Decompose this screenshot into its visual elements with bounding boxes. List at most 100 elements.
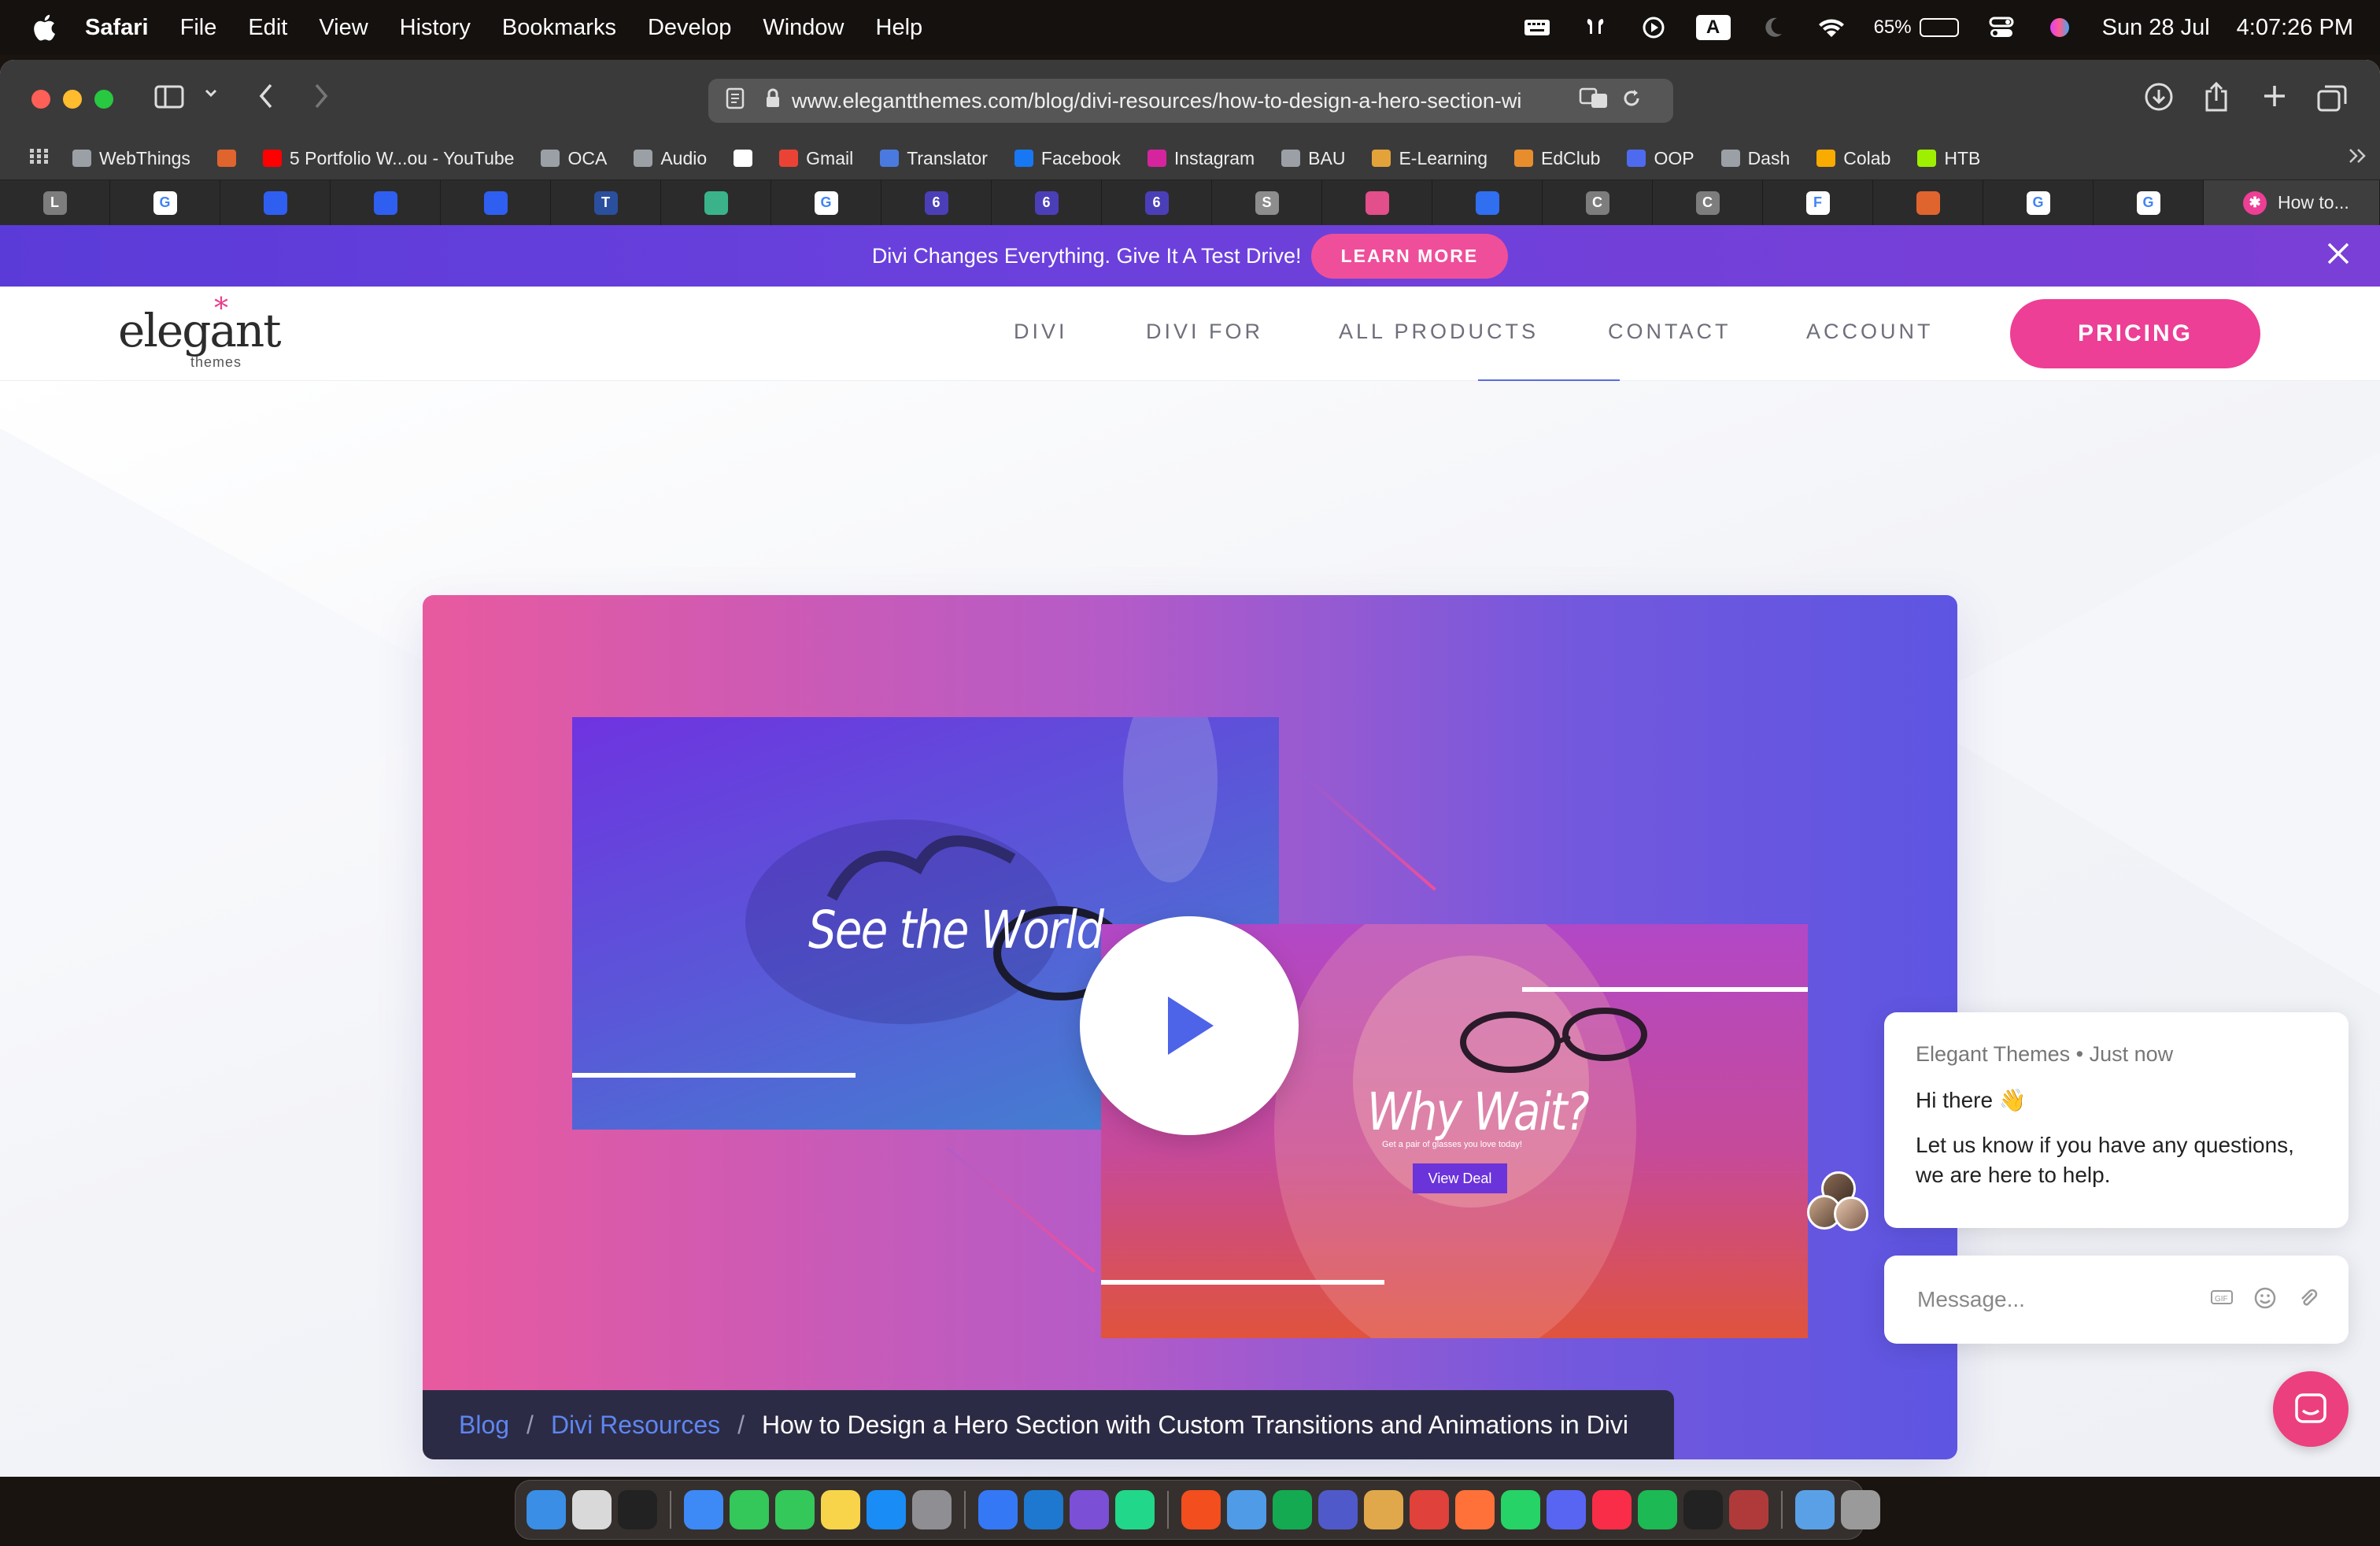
- apple-icon[interactable]: [30, 13, 58, 42]
- keyboard-icon[interactable]: [1521, 16, 1553, 39]
- browser-tab[interactable]: G: [771, 180, 881, 225]
- bookmark-item[interactable]: E-Learning: [1372, 148, 1488, 169]
- browser-tab[interactable]: C: [1543, 180, 1653, 225]
- wifi-icon[interactable]: [1816, 16, 1847, 39]
- reader-icon[interactable]: [726, 87, 745, 115]
- visual-studio-icon[interactable]: [1070, 1490, 1109, 1529]
- notes-icon[interactable]: [821, 1490, 860, 1529]
- breadcrumb-blog-link[interactable]: Blog: [459, 1411, 509, 1440]
- learn-more-button[interactable]: LEARN MORE: [1310, 233, 1509, 279]
- menubar-time[interactable]: 4:07:26 PM: [2237, 15, 2353, 41]
- bookmark-item[interactable]: EdClub: [1514, 148, 1600, 169]
- address-bar[interactable]: www.elegantthemes.com/blog/divi-resource…: [708, 79, 1673, 123]
- browser-tab[interactable]: 6: [881, 180, 992, 225]
- focus-moon-icon[interactable]: [1757, 16, 1789, 39]
- chat-launcher-button[interactable]: [2273, 1371, 2349, 1447]
- pages-icon[interactable]: [1227, 1490, 1266, 1529]
- nav-account[interactable]: ACCOUNT: [1806, 320, 1934, 344]
- browser-tab[interactable]: 6: [1102, 180, 1212, 225]
- menu-app-name[interactable]: Safari: [85, 15, 149, 41]
- elegant-themes-logo[interactable]: elegant * themes: [118, 293, 282, 370]
- trash-icon[interactable]: [1841, 1490, 1880, 1529]
- gif-icon[interactable]: GIF: [2210, 1287, 2234, 1315]
- browser-tab[interactable]: G: [110, 180, 220, 225]
- menu-edit[interactable]: Edit: [248, 15, 287, 41]
- menu-bookmarks[interactable]: Bookmarks: [502, 15, 616, 41]
- minimize-window-button[interactable]: [63, 90, 82, 109]
- now-playing-icon[interactable]: [1638, 16, 1669, 39]
- menu-help[interactable]: Help: [876, 15, 923, 41]
- browser-tab[interactable]: 6: [992, 180, 1102, 225]
- pycharm-icon[interactable]: [1115, 1490, 1155, 1529]
- nav-contact[interactable]: CONTACT: [1608, 320, 1731, 344]
- menu-view[interactable]: View: [319, 15, 368, 41]
- input-source-icon[interactable]: A: [1695, 15, 1731, 40]
- bookmark-item[interactable]: Translator: [880, 148, 988, 169]
- bookmark-item[interactable]: Audio: [634, 148, 707, 169]
- figma-icon[interactable]: [1181, 1490, 1221, 1529]
- music-icon[interactable]: [1592, 1490, 1632, 1529]
- bookmark-item[interactable]: OOP: [1627, 148, 1694, 169]
- pricing-button[interactable]: PRICING: [2010, 299, 2260, 368]
- xcode-icon[interactable]: [978, 1490, 1018, 1529]
- bookmark-item[interactable]: [734, 150, 753, 167]
- emoji-icon[interactable]: [2254, 1287, 2276, 1315]
- browser-tab[interactable]: G: [2094, 180, 2204, 225]
- browser-tab[interactable]: S: [1212, 180, 1322, 225]
- breadcrumb-category-link[interactable]: Divi Resources: [551, 1411, 720, 1440]
- launchpad-icon[interactable]: [572, 1490, 612, 1529]
- discord-icon[interactable]: [1547, 1490, 1586, 1529]
- bookmark-item[interactable]: [216, 150, 236, 167]
- mongodb-icon[interactable]: [1273, 1490, 1312, 1529]
- bookmark-item[interactable]: BAU: [1281, 148, 1345, 169]
- browser-tab[interactable]: G: [1983, 180, 2094, 225]
- reload-icon[interactable]: [1621, 87, 1642, 115]
- new-tab-icon[interactable]: [2262, 83, 2287, 109]
- browser-tab[interactable]: L: [0, 180, 110, 225]
- downloads-icon[interactable]: [2144, 82, 2174, 112]
- finder-icon[interactable]: [527, 1490, 566, 1529]
- menubar-date[interactable]: Sun 28 Jul: [2102, 15, 2210, 41]
- menu-history[interactable]: History: [400, 15, 471, 41]
- battery-status[interactable]: 65%: [1874, 17, 1959, 39]
- bookmark-item[interactable]: Colab: [1816, 148, 1890, 169]
- chat-message-input[interactable]: Message... GIF: [1884, 1256, 2349, 1344]
- facetime-icon[interactable]: [730, 1490, 769, 1529]
- nav-divi-for[interactable]: DIVI FOR: [1146, 320, 1263, 344]
- browser-tab[interactable]: C: [1653, 180, 1763, 225]
- teams-icon[interactable]: [1318, 1490, 1358, 1529]
- bookmark-item[interactable]: Gmail: [779, 148, 853, 169]
- vscode-icon[interactable]: [1024, 1490, 1063, 1529]
- terminal-icon[interactable]: [618, 1490, 657, 1529]
- chevron-down-icon[interactable]: [203, 85, 219, 101]
- chat-message-bubble[interactable]: Elegant Themes • Just now Hi there 👋 Let…: [1884, 1012, 2349, 1228]
- browser-tab[interactable]: [441, 180, 551, 225]
- browser-tab[interactable]: T: [551, 180, 661, 225]
- url-text[interactable]: www.elegantthemes.com/blog/divi-resource…: [792, 89, 1571, 113]
- spotify-icon[interactable]: [1638, 1490, 1677, 1529]
- browser-tab[interactable]: [331, 180, 441, 225]
- attachment-icon[interactable]: [2297, 1287, 2319, 1315]
- firefox-icon[interactable]: [1455, 1490, 1495, 1529]
- browser-tab[interactable]: [661, 180, 771, 225]
- dictionary-icon[interactable]: [1729, 1490, 1768, 1529]
- menu-develop[interactable]: Develop: [648, 15, 731, 41]
- menu-file[interactable]: File: [180, 15, 217, 41]
- bookmark-item[interactable]: Instagram: [1147, 148, 1255, 169]
- play-button[interactable]: [1080, 916, 1299, 1135]
- tab-active[interactable]: ✱ How to...: [2204, 180, 2380, 225]
- browser-tab[interactable]: [220, 180, 331, 225]
- safari-icon[interactable]: [684, 1490, 723, 1529]
- bookmark-item[interactable]: 5 Portfolio W...ou - YouTube: [262, 148, 514, 169]
- nav-all-products[interactable]: ALL PRODUCTS: [1339, 320, 1539, 344]
- browser-tab[interactable]: F: [1763, 180, 1873, 225]
- control-center-icon[interactable]: [1986, 16, 2017, 39]
- whatsapp-icon[interactable]: [1501, 1490, 1540, 1529]
- messages-icon[interactable]: [775, 1490, 815, 1529]
- close-window-button[interactable]: [31, 90, 50, 109]
- browser-tab[interactable]: [1873, 180, 1983, 225]
- back-icon[interactable]: [257, 82, 275, 110]
- browser-tab[interactable]: [1432, 180, 1543, 225]
- iterm-icon[interactable]: [1683, 1490, 1723, 1529]
- translate-icon[interactable]: [1579, 87, 1609, 115]
